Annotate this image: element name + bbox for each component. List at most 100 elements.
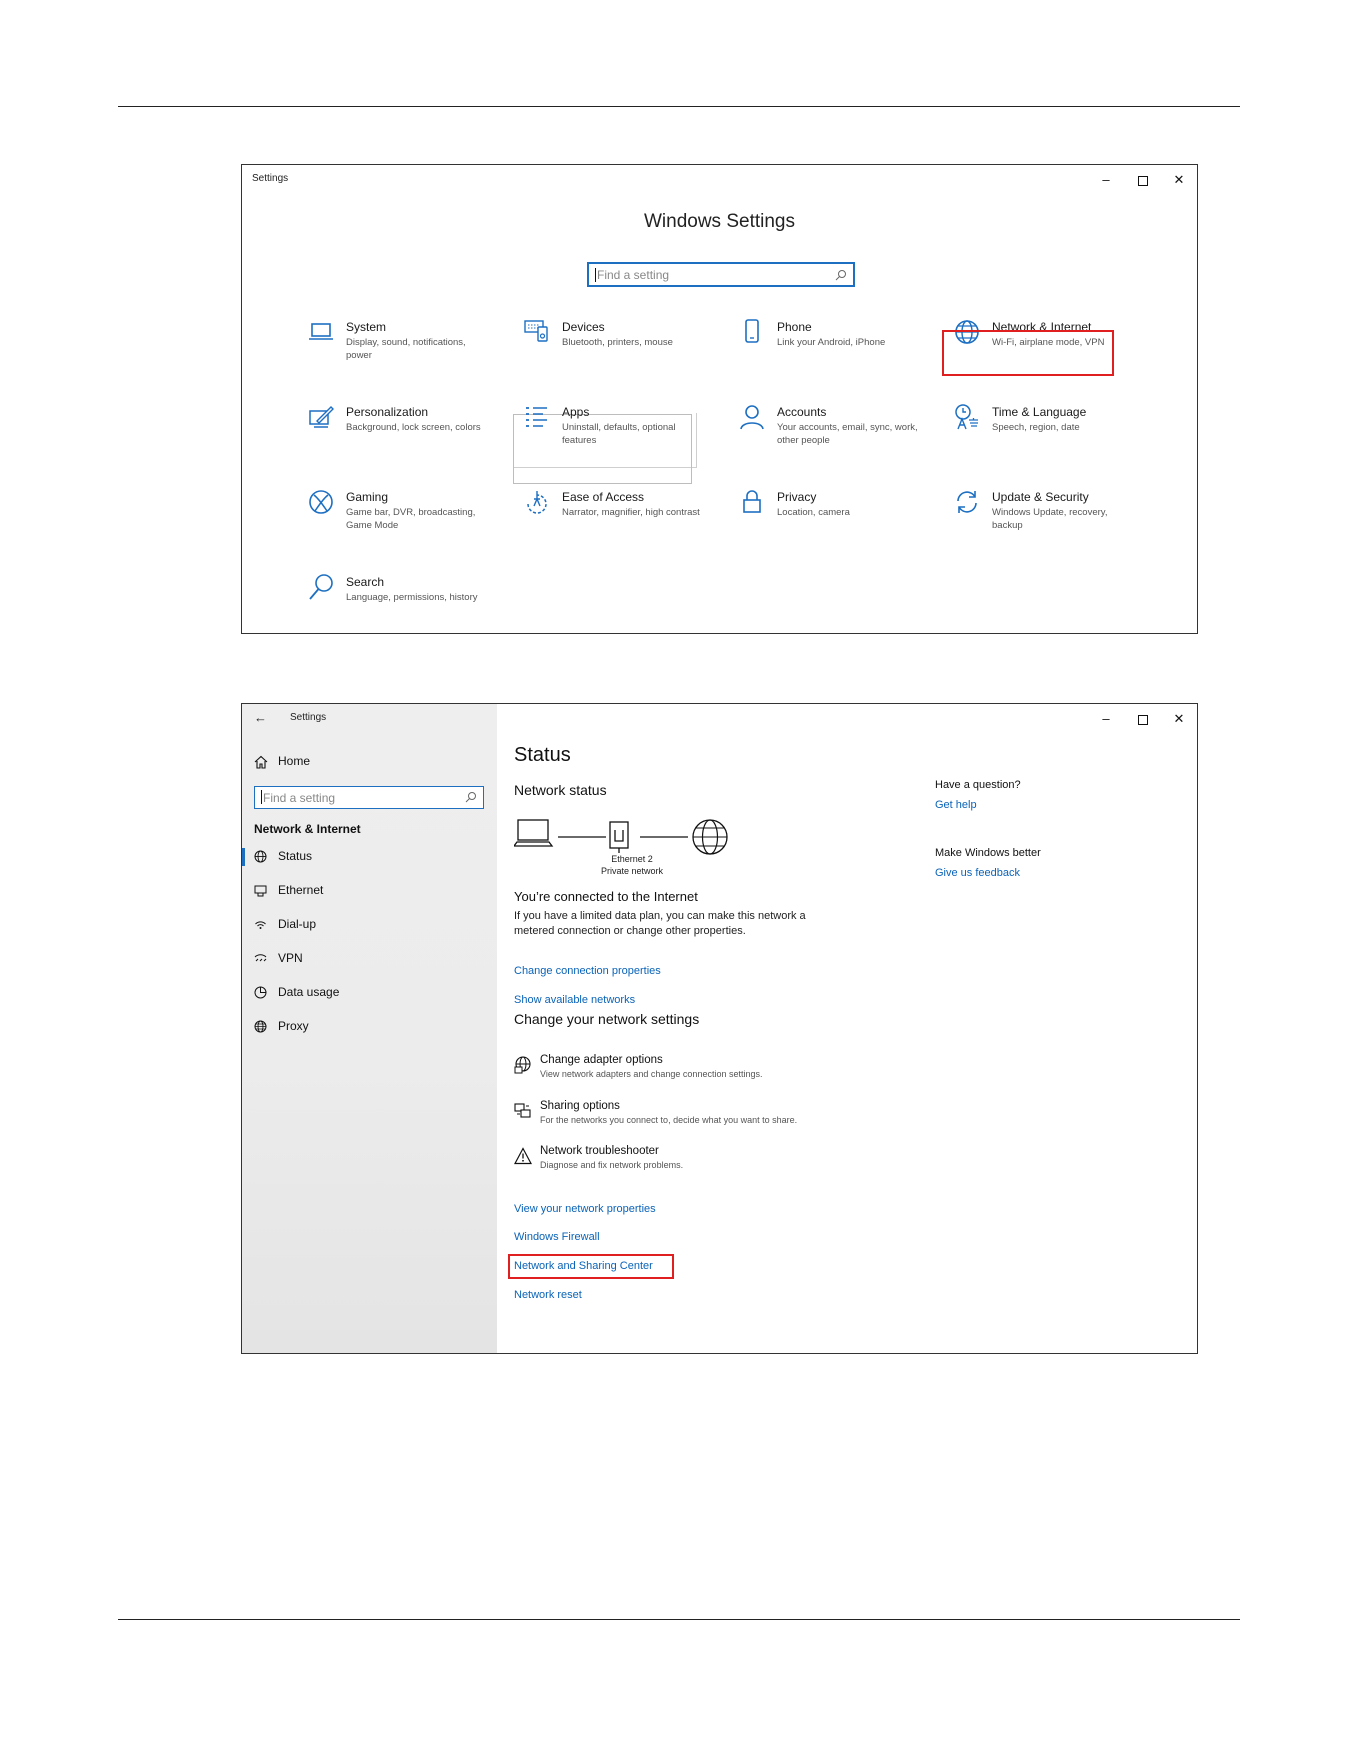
- give-feedback-link[interactable]: Give us feedback: [935, 867, 1020, 879]
- ethernet-icon: [254, 885, 267, 897]
- sidebar-item-dialup[interactable]: Dial-up: [242, 910, 497, 940]
- vpn-icon: [254, 954, 267, 962]
- tile-name: Apps: [562, 405, 590, 419]
- help-question: Have a question?: [935, 779, 1021, 791]
- apps-list-icon: [526, 407, 547, 427]
- tile-name: Ease of Access: [562, 490, 645, 504]
- page-title: Windows Settings: [643, 211, 795, 232]
- show-available-networks-link[interactable]: Show available networks: [514, 994, 635, 1006]
- window-title: Settings: [252, 173, 289, 184]
- back-button[interactable]: ←: [254, 710, 267, 725]
- tile-name: Time & Language: [992, 405, 1087, 419]
- warning-icon: [514, 1147, 532, 1165]
- tile-phone[interactable]: Phone Link your Android, iPhone: [737, 317, 937, 373]
- change-connection-properties-link[interactable]: Change connection properties: [514, 965, 661, 977]
- sidebar-item-label: Dial-up: [278, 917, 317, 931]
- windows-firewall-link[interactable]: Windows Firewall: [514, 1231, 600, 1243]
- xbox-icon: [309, 490, 333, 514]
- option-name: Change adapter options: [540, 1054, 663, 1066]
- ease-of-access-icon: [527, 491, 547, 514]
- close-button[interactable]: ✕: [1166, 170, 1192, 190]
- sidebar-item-label: Ethernet: [278, 883, 324, 897]
- tile-desc: Windows Update, recovery, backup: [992, 507, 1108, 531]
- search-icon: [465, 792, 476, 803]
- network-reset-link[interactable]: Network reset: [514, 1289, 582, 1301]
- sidebar-item-label: Status: [278, 849, 313, 863]
- search-input[interactable]: Find a setting: [587, 262, 855, 287]
- status-icon: [254, 850, 267, 863]
- minimize-button[interactable]: –: [1093, 170, 1119, 190]
- tile-system[interactable]: System Display, sound, notifications, po…: [306, 317, 506, 373]
- page-title: Status: [514, 744, 571, 766]
- page-bottom-rule: [118, 1619, 1240, 1620]
- tile-gaming[interactable]: Gaming Game bar, DVR, broadcasting, Game…: [306, 487, 506, 543]
- computer-icon: [514, 819, 554, 847]
- search-input[interactable]: Find a setting: [254, 786, 484, 809]
- tile-accounts[interactable]: Accounts Your accounts, email, sync, wor…: [737, 402, 937, 458]
- windows-settings-window: Settings – ✕ Windows Settings Find a set…: [241, 164, 1198, 634]
- tile-ease-of-access[interactable]: Ease of Access Narrator, magnifier, high…: [522, 487, 722, 543]
- page-top-rule: [118, 106, 1240, 107]
- tile-name: Personalization: [346, 405, 429, 419]
- refresh-icon: [957, 491, 977, 513]
- change-adapter-options[interactable]: Change adapter options View network adap…: [514, 1054, 874, 1088]
- network-status-heading: Network status: [514, 782, 607, 798]
- sidebar-item-vpn[interactable]: VPN: [242, 944, 497, 974]
- maximize-icon: [1138, 175, 1148, 186]
- pen-tablet-icon: [309, 406, 334, 428]
- sidebar-item-label: VPN: [278, 951, 303, 965]
- tile-desc: Bluetooth, printers, mouse: [562, 337, 673, 348]
- tile-name: Phone: [777, 320, 812, 334]
- tile-name: Search: [346, 575, 385, 589]
- network-status-window: ← Settings Home Find a setting Network &…: [241, 703, 1198, 1354]
- tile-desc: Uninstall, defaults, optional features: [562, 422, 676, 446]
- maximize-button[interactable]: [1130, 709, 1156, 729]
- search-icon: [309, 574, 333, 600]
- tile-desc: Background, lock screen, colors: [346, 422, 481, 433]
- option-desc: For the networks you connect to, decide …: [540, 1115, 798, 1125]
- highlight-network-internet: [942, 330, 1114, 376]
- title-bar: Settings – ✕: [242, 165, 1197, 195]
- tile-name: System: [346, 320, 387, 334]
- internet-globe-icon: [692, 819, 728, 855]
- tile-time-language[interactable]: Time & Language Speech, region, date: [952, 402, 1152, 458]
- tile-name: Gaming: [346, 490, 389, 504]
- keyboard-icon: [524, 320, 548, 342]
- tile-desc: Narrator, magnifier, high contrast: [562, 507, 700, 518]
- tile-search[interactable]: Search Language, permissions, history: [306, 572, 506, 628]
- tile-privacy[interactable]: Privacy Location, camera: [737, 487, 937, 543]
- network-troubleshooter[interactable]: Network troubleshooter Diagnose and fix …: [514, 1145, 874, 1179]
- globe-icon: [254, 1020, 267, 1033]
- sharing-options[interactable]: Sharing options For the networks you con…: [514, 1100, 874, 1134]
- sidebar-item-label: Proxy: [278, 1019, 309, 1033]
- search-icon: [835, 270, 846, 281]
- tile-apps[interactable]: Apps Uninstall, defaults, optional featu…: [522, 402, 722, 458]
- window-title: Settings: [290, 712, 327, 723]
- get-help-link[interactable]: Get help: [935, 799, 977, 811]
- sidebar-item-data-usage[interactable]: Data usage: [242, 978, 497, 1008]
- sidebar-section-title: Network & Internet: [254, 822, 361, 836]
- tile-devices[interactable]: Devices Bluetooth, printers, mouse: [522, 317, 722, 373]
- sidebar-item-ethernet[interactable]: Ethernet: [242, 876, 497, 906]
- tile-update-security[interactable]: Update & Security Windows Update, recove…: [952, 487, 1152, 543]
- phone-icon: [745, 319, 759, 343]
- option-desc: View network adapters and change connect…: [540, 1069, 763, 1079]
- tile-desc: Location, camera: [777, 507, 850, 518]
- tile-name: Devices: [562, 320, 605, 334]
- sidebar-item-label: Data usage: [278, 985, 340, 999]
- tile-personalization[interactable]: Personalization Background, lock screen,…: [306, 402, 506, 458]
- ethernet-adapter-icon: [609, 821, 629, 853]
- option-name: Sharing options: [540, 1100, 620, 1112]
- connection-status: You’re connected to the Internet: [514, 889, 698, 904]
- maximize-button[interactable]: [1130, 170, 1156, 190]
- tile-name: Privacy: [777, 490, 817, 504]
- tile-desc: Your accounts, email, sync, work, other …: [777, 422, 918, 446]
- close-button[interactable]: ✕: [1166, 709, 1192, 729]
- sidebar-item-status[interactable]: Status: [242, 842, 497, 872]
- minimize-button[interactable]: –: [1093, 709, 1119, 729]
- person-icon: [740, 405, 764, 430]
- view-network-properties-link[interactable]: View your network properties: [514, 1203, 656, 1215]
- adapter-name: Ethernet 2: [611, 854, 653, 864]
- sidebar-item-proxy[interactable]: Proxy: [242, 1012, 497, 1042]
- lock-icon: [743, 490, 761, 513]
